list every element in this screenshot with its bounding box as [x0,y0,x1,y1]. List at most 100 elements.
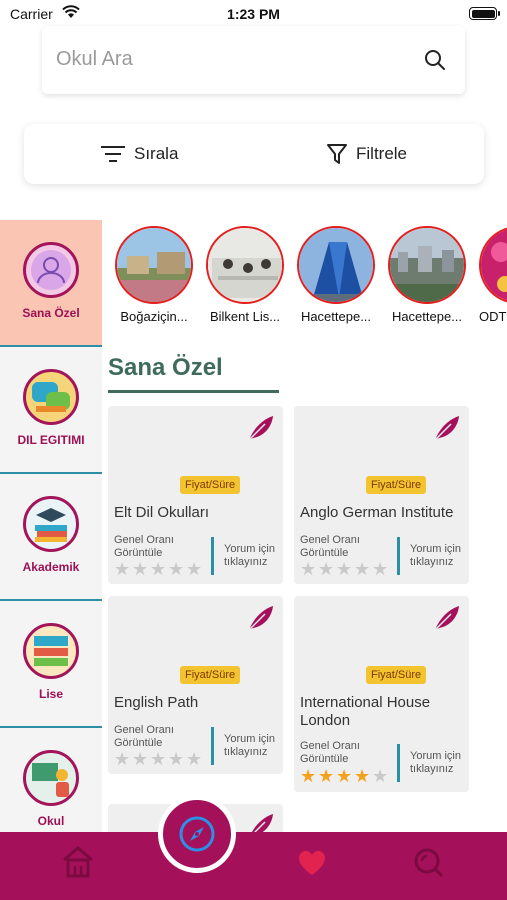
building-photo [297,226,375,304]
star-icon: ★ [336,766,353,786]
sidebar-item-akademik[interactable]: Akademik [0,474,102,601]
story-label: Hacettepe... [300,309,372,324]
sidebar-item-dil-egitimi[interactable]: DIL EGITIMI [0,347,102,474]
star-icon: ★ [300,559,317,579]
sidebar-item-label: Okul [37,814,65,828]
review-link[interactable]: Yorum için tıklayınız [224,733,284,759]
bookshelf-icon [23,623,79,679]
sidebar-item-label: Sana Özel [22,306,80,320]
filter-button[interactable]: Filtrele [326,124,407,184]
price-badge[interactable]: Fiyat/Süre [366,666,427,684]
filter-icon [327,144,347,164]
price-badge[interactable]: Fiyat/Süre [366,476,427,494]
rating-label[interactable]: Genel Oranı Görüntüle [300,740,392,766]
star-rating: ★ ★ ★ ★ ★ [114,750,204,768]
sidebar-item-lise[interactable]: Lise [0,601,102,728]
star-icon: ★ [318,559,335,579]
heart-icon [298,850,326,875]
search-box [42,26,465,94]
status-bar: Carrier 1:23 PM [0,0,507,28]
star-icon: ★ [168,749,185,769]
sidebar-item-sana-ozel[interactable]: Sana Özel [0,220,102,347]
section-title: Sana Özel [108,354,223,381]
tab-search[interactable] [408,842,448,882]
review-link[interactable]: Yorum için tıklayınız [224,543,284,569]
classroom-photo [206,226,284,304]
review-link[interactable]: Yorum için tıklayınız [410,750,470,776]
books-icon [23,496,79,552]
sort-filter-bar: Sırala Filtrele [24,124,484,184]
chat-bubbles-icon [23,369,79,425]
search-input[interactable] [56,44,396,74]
rating-label[interactable]: Genel Oranı Görüntüle [114,724,206,750]
feather-icon[interactable] [245,602,277,634]
sort-button[interactable]: Sırala [100,124,178,184]
flowers-photo [479,226,507,304]
card-title: International House London [300,694,431,729]
story-label: Hacettepe... [391,309,463,324]
search-icon [414,848,443,877]
school-card[interactable]: Fiyat/Süre International House London Ge… [294,596,469,792]
sidebar-item-label: DIL EGITIMI [17,433,85,447]
star-icon: ★ [150,559,167,579]
teacher-icon [23,750,79,806]
sort-label: Sırala [134,144,179,163]
bottom-tab-bar [0,832,507,900]
star-icon: ★ [186,749,203,769]
sidebar-item-label: Akademik [22,560,80,574]
feather-icon[interactable] [245,412,277,444]
card-title: English Path [114,694,199,711]
tab-home[interactable] [58,842,98,882]
star-icon: ★ [336,559,353,579]
tab-explore[interactable] [158,795,236,873]
school-card[interactable]: Fiyat/Süre Elt Dil Okulları Genel Oranı … [108,406,283,584]
feather-icon[interactable] [431,602,463,634]
category-sidebar: Sana Özel DIL EGITIMI Akademik Lise Okul [0,220,102,855]
star-icon: ★ [300,766,317,786]
star-icon: ★ [132,559,149,579]
star-icon: ★ [114,749,131,769]
card-title: Anglo German Institute [300,504,454,521]
filter-label: Filtrele [356,144,408,163]
star-icon: ★ [114,559,131,579]
tab-favorites[interactable] [292,842,332,882]
user-icon [23,242,79,298]
card-divider [397,537,400,575]
card-title: Elt Dil Okulları [114,504,210,521]
star-rating: ★ ★ ★ ★ ★ [300,560,390,578]
search-icon[interactable] [423,48,447,72]
school-card[interactable]: Fiyat/Süre Anglo German Institute Genel … [294,406,469,584]
star-icon: ★ [318,766,335,786]
star-rating: ★ ★ ★ ★ ★ [114,560,204,578]
star-icon: ★ [132,749,149,769]
home-icon [63,846,93,878]
review-link[interactable]: Yorum için tıklayınız [410,543,470,569]
story-label: Bilkent Lis... [209,309,281,324]
price-badge[interactable]: Fiyat/Süre [180,476,241,494]
story-label: ODT [479,309,507,324]
star-icon: ★ [150,749,167,769]
star-icon: ★ [354,559,371,579]
rating-label[interactable]: Genel Oranı Görüntüle [300,534,392,560]
city-photo [388,226,466,304]
sidebar-item-label: Lise [38,687,63,701]
rating-label[interactable]: Genel Oranı Görüntüle [114,534,206,560]
sort-icon [101,146,125,162]
clock: 1:23 PM [227,6,280,22]
price-badge[interactable]: Fiyat/Süre [180,666,241,684]
star-icon: ★ [372,559,389,579]
card-divider [397,744,400,782]
school-card[interactable]: Fiyat/Süre English Path Genel Oranı Görü… [108,596,283,774]
feather-icon[interactable] [431,412,463,444]
star-icon: ★ [168,559,185,579]
section-underline [108,390,279,393]
battery-icon [469,7,500,20]
card-divider [211,727,214,765]
card-divider [211,537,214,575]
star-icon: ★ [186,559,203,579]
star-icon: ★ [372,766,389,786]
star-rating: ★ ★ ★ ★ ★ [300,767,390,785]
campus-photo [115,226,193,304]
story-carousel: Boğaziçin... Bilkent Lis... Hacettepe...… [106,224,507,334]
star-icon: ★ [354,766,371,786]
